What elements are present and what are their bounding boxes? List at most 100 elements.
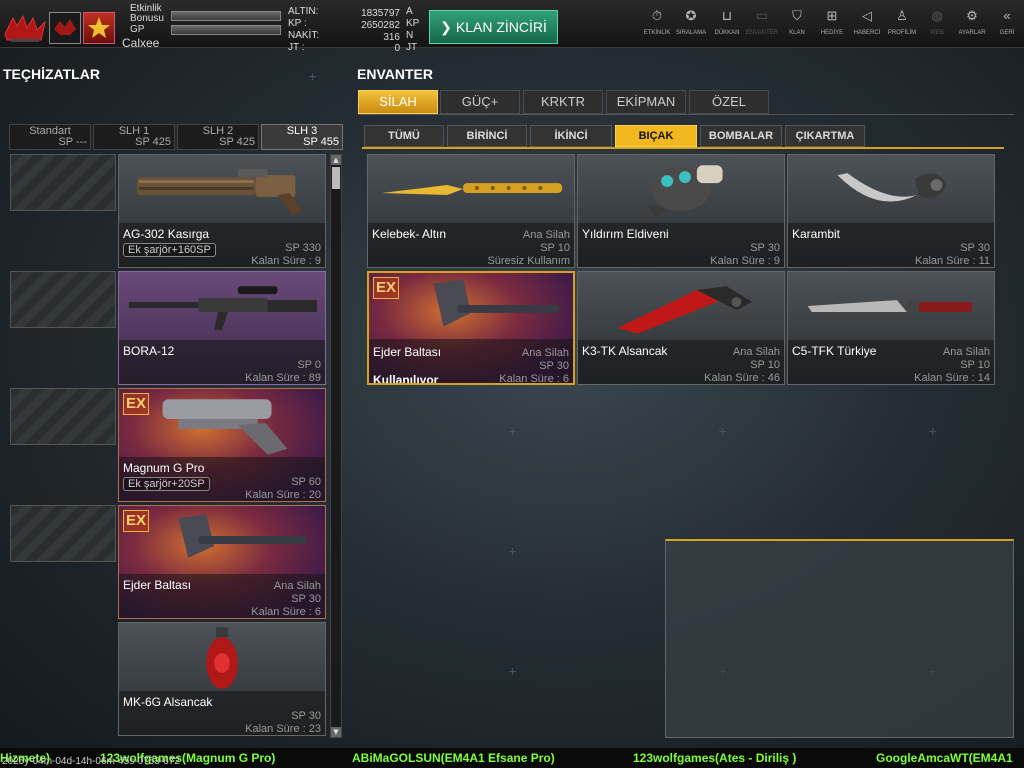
stopwatch-icon: ⏱ bbox=[651, 8, 663, 23]
event-bonus-bar bbox=[171, 11, 281, 21]
item-detail-panel bbox=[665, 539, 1014, 738]
subtab-knife[interactable]: BIÇAK bbox=[615, 125, 697, 147]
item-category: Ana Silah bbox=[521, 347, 569, 359]
currency-unit: JT bbox=[406, 42, 418, 53]
nav-gift-button[interactable]: ⊞ HEDİYE bbox=[814, 8, 850, 42]
scroll-thumb[interactable] bbox=[332, 167, 340, 189]
rank-badge bbox=[49, 12, 81, 44]
item-name: MK-6G Alsancak bbox=[123, 695, 213, 709]
nav-ranking-button[interactable]: ✪ SIRALAMA bbox=[673, 8, 709, 42]
nav-web-button[interactable]: ◍ WEB bbox=[919, 8, 955, 42]
scroll-down-icon[interactable]: ▼ bbox=[331, 727, 341, 737]
equipment-title: TEÇHİZATLAR bbox=[3, 66, 100, 82]
knife-image bbox=[807, 300, 973, 314]
item-sp: SP 10 bbox=[960, 359, 990, 371]
inventory-item-card-selected[interactable]: EX Ejder Baltası Ana Silah SP 30 Kalan S… bbox=[367, 271, 575, 385]
nav-shop-button[interactable]: ⊔ DÜKKAN bbox=[709, 8, 745, 42]
empty-equip-slot[interactable] bbox=[10, 154, 116, 211]
nav-inventory-button[interactable]: ▭ ENVANTER bbox=[744, 8, 780, 42]
gp-bar bbox=[171, 25, 281, 35]
weapon-image bbox=[178, 514, 308, 558]
nav-clan-button[interactable]: ⛉ KLAN bbox=[779, 8, 815, 42]
item-category: Ana Silah bbox=[273, 580, 321, 592]
item-name: Ejder Baltası bbox=[373, 345, 442, 359]
scroll-up-icon[interactable]: ▲ bbox=[331, 155, 341, 165]
item-sp: SP 0 bbox=[297, 359, 321, 371]
inventory-item-card[interactable]: K3-TK Alsancak Ana Silah SP 10 Kalan Sür… bbox=[577, 271, 785, 385]
subtab-grenades[interactable]: BOMBALAR bbox=[700, 125, 782, 147]
back-arrows-icon: « bbox=[1003, 8, 1011, 23]
item-sp: SP 30 bbox=[291, 593, 321, 605]
tab-character[interactable]: KRKTR bbox=[523, 90, 603, 114]
item-duration: Kalan Süre : 9 bbox=[710, 255, 780, 267]
loadout-slot-standard[interactable]: Standart SP --- bbox=[9, 124, 91, 150]
item-extra: Ek şarjör+20SP bbox=[123, 477, 210, 491]
item-duration: Kalan Süre : 9 bbox=[251, 255, 321, 267]
item-sp: SP 60 bbox=[291, 476, 321, 488]
currency-label: NAKİT: bbox=[288, 30, 320, 41]
tab-weapon[interactable]: SİLAH bbox=[358, 90, 438, 114]
weapon-image bbox=[128, 286, 318, 330]
item-name: AG-302 Kasırga bbox=[123, 227, 210, 241]
item-name: Ejder Baltası bbox=[123, 578, 192, 592]
nav-messenger-button[interactable]: ◁ HABERCİ bbox=[849, 8, 885, 42]
cart-icon: ⊔ bbox=[721, 8, 733, 23]
clan-chain-button[interactable]: ❯ KLAN ZİNCİRİ bbox=[429, 10, 558, 44]
currency-value: 0 bbox=[394, 43, 400, 54]
tab-special[interactable]: ÖZEL bbox=[689, 90, 769, 114]
equipped-item-card[interactable]: BORA-12 SP 0 Kalan Süre : 89 bbox=[118, 271, 326, 385]
ticker-entry: ABiMaGOLSUN(EM4A1 Efsane Pro) bbox=[352, 751, 555, 765]
subtab-stickers[interactable]: ÇIKARTMA bbox=[785, 125, 865, 147]
item-name: Magnum G Pro bbox=[123, 461, 205, 475]
equipped-item-card[interactable]: EX Magnum G Pro Ek şarjör+20SP SP 60 Kal… bbox=[118, 388, 326, 502]
currency-value: 1835797 bbox=[361, 8, 400, 19]
tab-equipment[interactable]: EKİPMAN bbox=[606, 90, 686, 114]
weapon-image bbox=[136, 169, 304, 215]
item-duration: Kalan Süre : 11 bbox=[914, 255, 990, 267]
inventory-icon: ▭ bbox=[755, 8, 769, 23]
ticker-entry: GoogleAmcaWT(EM4A1 bbox=[876, 751, 1013, 765]
level-badge bbox=[83, 12, 115, 44]
item-sp: SP 30 bbox=[750, 242, 780, 254]
ex-badge: EX bbox=[373, 277, 399, 299]
username: Calxee bbox=[122, 36, 160, 50]
subtab-all[interactable]: TÜMÜ bbox=[364, 125, 444, 147]
empty-equip-slot[interactable] bbox=[10, 388, 116, 445]
clan-chain-label: KLAN ZİNCİRİ bbox=[455, 19, 547, 35]
equipped-item-card[interactable]: AG-302 Kasırga Ek şarjör+160SP SP 330 Ka… bbox=[118, 154, 326, 268]
loadout-slot-2[interactable]: SLH 2 SP 425 bbox=[177, 124, 259, 150]
inventory-item-card[interactable]: Karambit SP 30 Kalan Süre : 11 bbox=[787, 154, 995, 268]
empty-equip-slot[interactable] bbox=[10, 505, 116, 562]
item-extra: Ek şarjör+160SP bbox=[123, 243, 216, 257]
subtab-primary[interactable]: BİRİNCİ bbox=[447, 125, 527, 147]
item-duration: Süresiz Kullanım bbox=[487, 255, 570, 267]
karambit-image bbox=[837, 173, 947, 202]
nav-back-button[interactable]: «GERİ bbox=[989, 8, 1024, 42]
nav-settings-button[interactable]: ⚙ AYARLAR bbox=[954, 8, 990, 42]
nav-profile-button[interactable]: ♙ PROFİLİM bbox=[884, 8, 920, 42]
item-duration: Kalan Süre : 89 bbox=[245, 372, 321, 384]
item-duration: Kalan Süre : 23 bbox=[245, 723, 321, 735]
inventory-item-card[interactable]: Yıldırım Eldiveni SP 30 Kalan Süre : 9 bbox=[577, 154, 785, 268]
empty-equip-slot[interactable] bbox=[10, 271, 116, 328]
item-duration: Kalan Süre : 14 bbox=[914, 372, 990, 384]
shield-icon: ⛉ bbox=[792, 8, 802, 23]
axe-image bbox=[433, 279, 560, 327]
equipped-item-card[interactable]: EX Ejder Baltası Ana Silah SP 30 Kalan S… bbox=[118, 505, 326, 619]
loadout-slot-3[interactable]: SLH 3 SP 455 bbox=[261, 124, 343, 150]
loadout-slot-1[interactable]: SLH 1 SP 425 bbox=[93, 124, 175, 150]
inventory-item-card[interactable]: C5-TFK Türkiye Ana Silah SP 10 Kalan Sür… bbox=[787, 271, 995, 385]
currency-unit: KP bbox=[406, 18, 420, 29]
tab-power[interactable]: GÜÇ+ bbox=[440, 90, 520, 114]
item-sp: SP 330 bbox=[285, 242, 321, 254]
equipped-item-card[interactable]: MK-6G Alsancak SP 30 Kalan Süre : 23 bbox=[118, 622, 326, 736]
nav-event-button[interactable]: ⏱ ETKİNLİK bbox=[639, 8, 675, 42]
inventory-item-card[interactable]: Kelebek- Altın Ana Silah SP 10 Süresiz K… bbox=[367, 154, 575, 268]
gift-icon: ⊞ bbox=[826, 8, 838, 23]
item-duration: Kalan Süre : 20 bbox=[245, 489, 321, 501]
equipment-scrollbar[interactable]: ▲ ▼ bbox=[330, 154, 342, 738]
gear-icon: ⚙ bbox=[966, 8, 978, 23]
item-name: Yıldırım Eldiveni bbox=[582, 227, 669, 241]
item-category: Ana Silah bbox=[522, 229, 570, 241]
subtab-secondary[interactable]: İKİNCİ bbox=[530, 125, 612, 147]
